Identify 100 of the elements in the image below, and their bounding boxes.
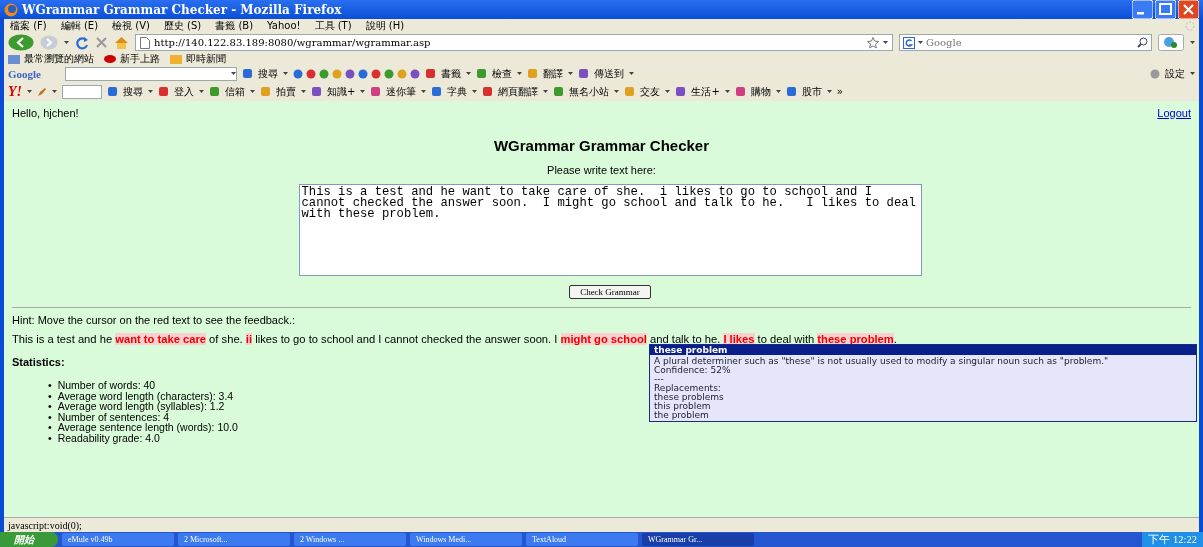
toolbar-button[interactable]: 股市 [801,84,822,99]
dropdown-arrow-icon[interactable] [472,90,478,93]
dropdown-arrow-icon[interactable] [724,90,730,93]
toolbar-icon[interactable] [476,68,487,79]
dropdown-arrow-icon[interactable] [775,90,781,93]
toolbar-button[interactable]: 書籤 [441,66,461,81]
dropdown-arrow-icon[interactable] [826,90,832,93]
minimize-button[interactable] [1132,0,1153,19]
toolbar-button[interactable]: 字典 [447,84,468,99]
toolbar-icon[interactable] [345,68,355,79]
menu-item[interactable]: Yahoo! [267,20,301,31]
logout-link[interactable]: Logout [1157,107,1191,119]
toolbar-button[interactable]: 搜尋 [258,66,278,81]
toolbar-icon[interactable] [371,68,381,79]
back-button[interactable] [8,34,34,51]
dropdown-arrow-icon[interactable] [543,90,549,93]
close-button[interactable] [1178,0,1199,19]
toolbar-icon[interactable] [319,68,329,79]
toolbar-icon[interactable] [734,86,746,97]
dropdown-arrow-icon[interactable] [665,90,671,93]
toolbar-icon[interactable] [242,68,253,79]
dropdown-arrow-icon[interactable] [883,41,888,44]
dropdown-arrow-icon[interactable] [1190,72,1195,75]
toolbar-icon[interactable] [370,86,382,97]
toolbar-icon[interactable] [311,86,322,97]
dropdown-arrow-icon[interactable] [629,72,634,75]
toolbar-button[interactable]: 購物 [750,84,771,99]
toolbar-button[interactable]: 無名小站 [569,84,610,99]
check-grammar-button[interactable]: Check Grammar [569,285,651,299]
toolbar-icon[interactable] [107,86,118,97]
start-button[interactable]: 開始 [0,532,58,547]
dropdown-arrow-icon[interactable] [301,90,306,93]
dropdown-arrow-icon[interactable] [614,90,620,93]
menu-item[interactable]: 檔案 (F) [10,18,47,33]
toolbar-button[interactable]: 搜尋 [123,84,143,99]
menu-item[interactable]: 說明 (H) [365,18,405,33]
toolbar-icon[interactable] [785,86,797,97]
search-engine-icon[interactable] [903,36,915,49]
toolbar-icon[interactable] [410,68,420,79]
toolbar-button[interactable]: 登入 [174,84,194,99]
more-button[interactable]: » [836,86,843,97]
toolbar-button[interactable]: 檢查 [492,66,512,81]
toolbar-icon[interactable] [358,68,368,79]
toolbar-icon[interactable] [431,86,443,97]
taskbar-button[interactable]: 2 Windows ... [294,533,406,546]
taskbar-button[interactable]: TextAloud [526,533,638,546]
settings-icon[interactable] [1150,68,1160,79]
toolbar-icon[interactable] [675,86,687,97]
menu-item[interactable]: 編輯 (E) [60,18,99,33]
toolbar-button[interactable]: 網頁翻譯 [498,84,539,99]
dropdown-arrow-icon[interactable] [52,90,57,93]
dropdown-arrow-icon[interactable] [421,90,427,93]
dropdown-arrow-icon[interactable] [27,90,32,93]
search-icon[interactable] [1137,37,1148,48]
dropdown-arrow-icon[interactable] [918,41,923,44]
taskbar-button[interactable]: eMule v0.49b [62,533,174,546]
dropdown-arrow-icon[interactable] [199,90,204,93]
dropdown-arrow-icon[interactable] [283,72,288,75]
toolbar-icon[interactable] [553,86,565,97]
taskbar-button[interactable]: Windows Medi... [410,533,522,546]
toolbar-button[interactable]: 知識+ [327,84,356,99]
toolbar-icon[interactable] [293,68,303,79]
yahoo-logo[interactable]: Y! [8,83,22,100]
bookmark-item[interactable]: 新手上路 [120,52,160,66]
toolbar-icon[interactable] [482,86,494,97]
menu-item[interactable]: 歷史 (S) [163,18,202,33]
dropdown-arrow-icon[interactable] [231,72,236,75]
maximize-button[interactable] [1155,0,1176,19]
toolbar-icon[interactable] [306,68,316,79]
input-field[interactable]: This is a test and he want to take care of she. i likes to go to school and I cannot checked the answer soon. I might go school and talk to he. I likes to deal with these problem. [298,184,922,276]
address-bar[interactable]: http://140.122.83.189:8080/wgrammar/wgrammar.asp [135,34,893,51]
taskbar-button[interactable]: 2 Microsoft... [178,533,290,546]
menu-item[interactable]: 工具 (T) [314,18,352,33]
stop-icon[interactable] [95,36,108,49]
toolbar-icon[interactable] [158,86,169,97]
toolbar-icon[interactable] [209,86,220,97]
reload-icon[interactable] [75,35,89,50]
toolbar-button[interactable]: 翻譯 [543,66,563,81]
toolbar-button[interactable]: 拍賣 [276,84,296,99]
search-box[interactable]: Google [899,34,1152,51]
toolbar-button[interactable]: 交友 [640,84,661,99]
toolbar-icon[interactable] [578,68,589,79]
menu-item[interactable]: 檢視 (V) [112,18,150,33]
dropdown-arrow-icon[interactable] [1190,41,1195,44]
bookmark-item[interactable]: 最常瀏覽的網站 [24,52,94,66]
dropdown-arrow-icon[interactable] [148,90,153,93]
toolbar-button[interactable]: 迷你筆 [386,84,417,99]
menu-item[interactable]: 書籤 (B) [215,18,254,33]
search-field[interactable]: Google [926,37,1134,48]
toolbar-search-field[interactable] [65,66,237,81]
dropdown-arrow-icon[interactable] [517,72,522,75]
toolbar-icon[interactable] [425,68,436,79]
taskbar-button[interactable]: WGrammar Gr... [642,533,754,546]
star-icon[interactable] [867,36,879,49]
dropdown-arrow-icon[interactable] [466,72,471,75]
toolbar-button[interactable]: 信箱 [225,84,245,99]
dropdown-arrow-icon[interactable] [64,41,69,44]
pencil-icon[interactable] [37,86,47,97]
bookmark-item[interactable]: 即時新聞 [186,52,226,66]
home-icon[interactable] [114,36,129,49]
